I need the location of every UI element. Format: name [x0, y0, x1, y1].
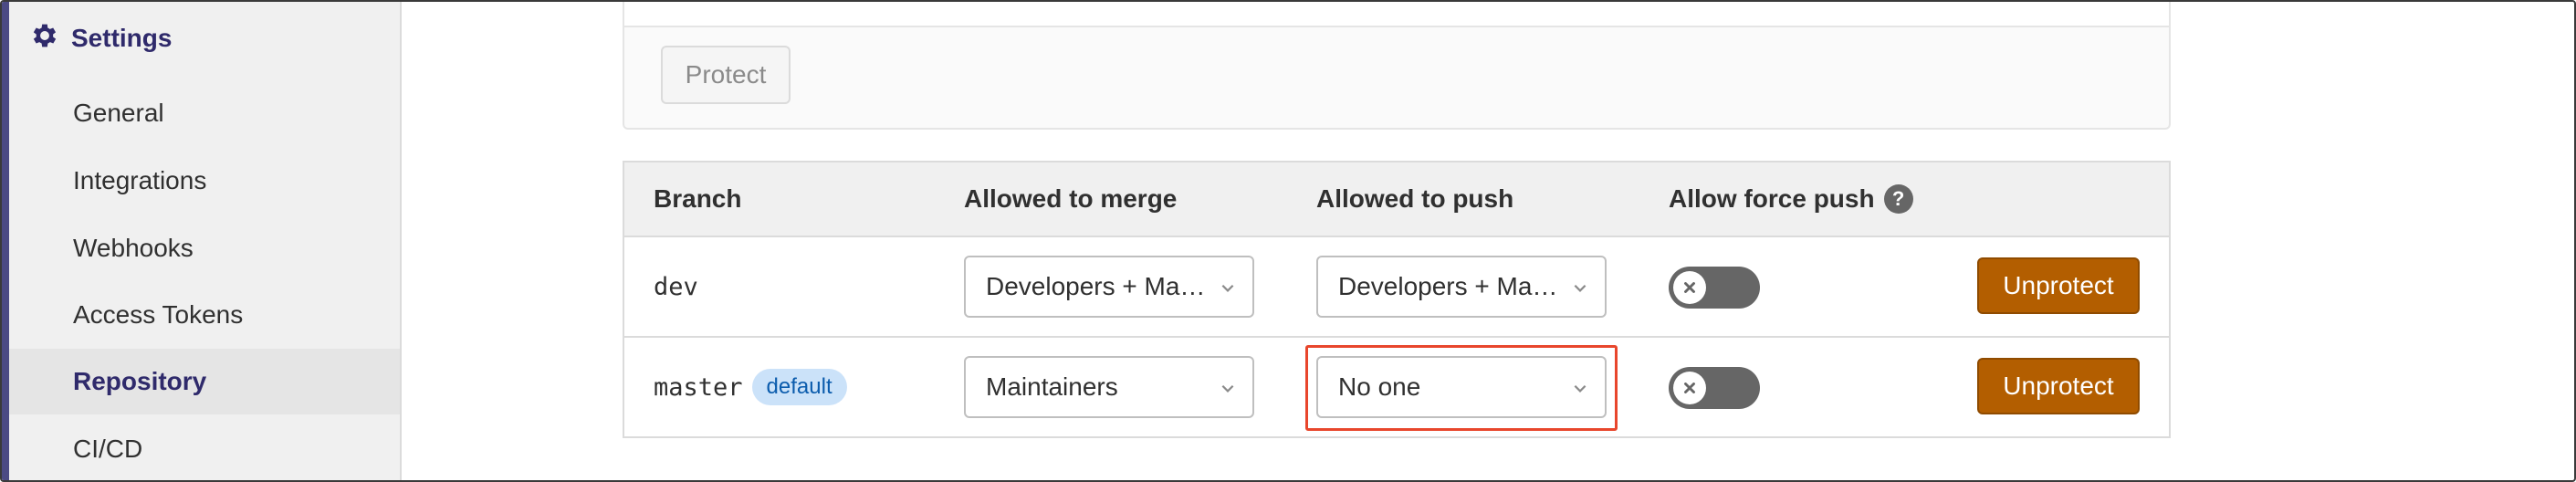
- table-header: Branch Allowed to merge Allowed to push …: [624, 162, 2169, 237]
- sidebar-item-label: Access Tokens: [73, 300, 244, 329]
- column-header-allow-force-push: Allow force push ?: [1669, 162, 1913, 236]
- sidebar-item-label: Repository: [73, 367, 207, 395]
- sidebar-item-label: Integrations: [73, 166, 207, 194]
- dropdown-value: Developers + Ma…: [986, 272, 1206, 300]
- unprotect-button[interactable]: Unprotect: [1977, 257, 2140, 314]
- allowed-to-push-dropdown[interactable]: Developers + Ma…: [1316, 256, 1607, 318]
- sidebar-item-cicd[interactable]: CI/CD: [9, 416, 400, 480]
- branch-name-cell: master default: [654, 338, 847, 436]
- sidebar-item-integrations[interactable]: Integrations: [9, 148, 400, 214]
- chevron-down-icon: [1221, 384, 1234, 393]
- protect-panel-form-area: [624, 2, 2169, 27]
- allowed-to-merge-dropdown[interactable]: Maintainers: [964, 356, 1254, 418]
- question-icon[interactable]: ?: [1883, 184, 1913, 214]
- dropdown-value: No one: [1338, 372, 1421, 401]
- dropdown-value: Maintainers: [986, 372, 1118, 401]
- force-push-toggle[interactable]: [1669, 267, 1760, 309]
- chevron-down-icon: [1574, 284, 1586, 292]
- sidebar-header-label: Settings: [71, 24, 173, 52]
- close-icon: [1684, 282, 1695, 293]
- column-header-branch: Branch: [654, 184, 742, 213]
- sidebar-item-label: Webhooks: [73, 234, 194, 262]
- sidebar-item-label: General: [73, 99, 164, 127]
- unprotect-button[interactable]: Unprotect: [1977, 358, 2140, 414]
- close-icon: [1684, 382, 1695, 393]
- sidebar-item-access-tokens[interactable]: Access Tokens: [9, 282, 400, 348]
- sidebar-item-label: CI/CD: [73, 435, 143, 463]
- sidebar-item-general[interactable]: General: [9, 80, 400, 146]
- branch-name-cell: dev: [654, 237, 698, 336]
- branch-name: dev: [654, 272, 698, 301]
- toggle-knob: [1673, 271, 1706, 304]
- sidebar-item-repository[interactable]: Repository: [9, 349, 400, 414]
- sidebar-settings-header[interactable]: Settings: [29, 20, 172, 57]
- toggle-knob: [1673, 372, 1706, 404]
- table-row: master default Maintainers No one Unprot…: [624, 338, 2169, 438]
- sidebar-item-webhooks[interactable]: Webhooks: [9, 215, 400, 281]
- protect-button[interactable]: Protect: [661, 46, 791, 104]
- force-push-toggle[interactable]: [1669, 367, 1760, 409]
- sidebar-accent-bar: [2, 2, 9, 480]
- column-header-allowed-to-push: Allowed to push: [1316, 184, 1514, 213]
- settings-sidebar: Settings General Integrations Webhooks A…: [2, 2, 402, 480]
- protected-branches-table: Branch Allowed to merge Allowed to push …: [623, 161, 2171, 438]
- force-push-header-label: Allow force push: [1669, 184, 1875, 213]
- chevron-down-icon: [1574, 384, 1586, 393]
- chevron-down-icon: [1221, 284, 1234, 292]
- table-row: dev Developers + Ma… Developers + Ma… Un…: [624, 237, 2169, 338]
- column-header-allowed-to-merge: Allowed to merge: [964, 184, 1178, 213]
- dropdown-value: Developers + Ma…: [1338, 272, 1558, 300]
- default-branch-badge: default: [751, 369, 847, 405]
- branch-name: master: [654, 372, 743, 402]
- allowed-to-merge-dropdown[interactable]: Developers + Ma…: [964, 256, 1254, 318]
- protect-branch-panel: Protect: [623, 2, 2171, 130]
- gear-icon: [29, 20, 60, 58]
- allowed-to-push-dropdown[interactable]: No one: [1316, 356, 1607, 418]
- window-frame: Settings General Integrations Webhooks A…: [0, 0, 2576, 482]
